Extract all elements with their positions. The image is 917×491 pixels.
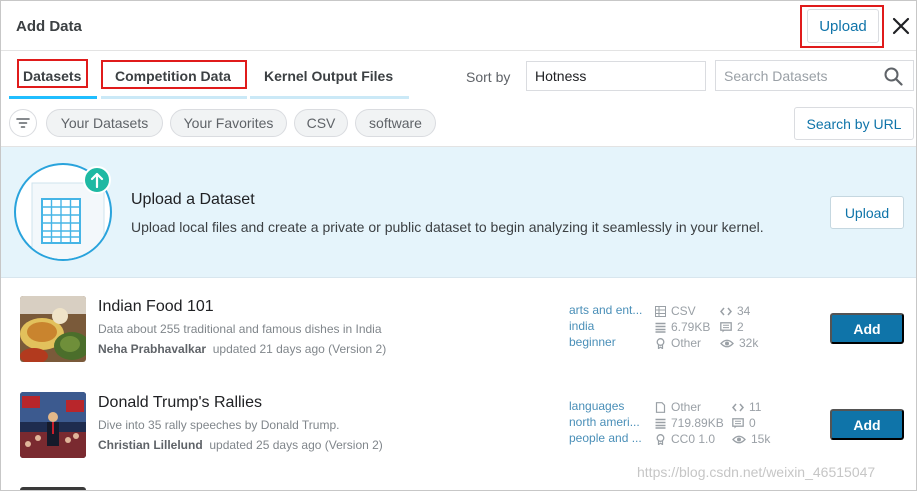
dataset-title[interactable]: Indian Food 101 [98, 298, 214, 316]
dataset-tags: arts and ent... india beginner [569, 303, 651, 351]
dialog-title: Add Data [16, 18, 82, 35]
dataset-row[interactable]: Indian Food 101 Data about 255 tradition… [1, 279, 916, 375]
chip-your-datasets[interactable]: Your Datasets [46, 109, 163, 137]
dataset-updated: updated 25 days ago (Version 2) [209, 438, 383, 452]
tab-underline-datasets [9, 96, 97, 99]
code-icon [720, 307, 732, 315]
add-data-dialog: Add Data Upload Datasets Competition Dat… [0, 0, 917, 491]
tag[interactable]: north ameri... [569, 415, 651, 431]
dataset-description: Dive into 35 rally speeches by Donald Tr… [98, 418, 340, 432]
add-button[interactable]: Add [830, 409, 904, 440]
banner-upload-button[interactable]: Upload [830, 196, 904, 229]
views-count: 15k [732, 431, 770, 447]
search-placeholder: Search Datasets [724, 67, 828, 84]
upload-banner: Upload a Dataset Upload local files and … [1, 147, 916, 278]
tag[interactable]: arts and ent... [569, 303, 651, 319]
banner-description: Upload local files and create a private … [131, 219, 764, 235]
trump-rally-thumbnail [20, 392, 86, 458]
engagement-stats: 34 2 32k [720, 303, 758, 351]
eye-icon [732, 435, 746, 443]
license-icon [656, 433, 665, 445]
dataset-meta: Christian Lillelund updated 25 days ago … [98, 438, 383, 452]
sort-by-label: Sort by [466, 69, 511, 85]
file-size: 6.79KB [655, 319, 710, 335]
discussions-count: 2 [720, 319, 758, 335]
close-icon[interactable] [888, 13, 914, 39]
dataset-tags: languages north ameri... people and ... [569, 399, 651, 447]
search-input[interactable]: Search Datasets [715, 60, 914, 91]
tag[interactable]: india [569, 319, 651, 335]
kernels-count: 34 [720, 303, 758, 319]
file-format: CSV [655, 303, 710, 319]
storage-icon [655, 418, 666, 429]
dataset-row[interactable]: Donald Trump's Rallies Dive into 35 rall… [1, 375, 916, 471]
search-by-url-button[interactable]: Search by URL [794, 107, 914, 140]
chip-software[interactable]: software [355, 109, 436, 137]
tag[interactable]: beginner [569, 335, 651, 351]
tab-datasets[interactable]: Datasets [23, 68, 81, 84]
tag[interactable]: people and ... [569, 431, 651, 447]
views-count: 32k [720, 335, 758, 351]
upload-arrow-icon [83, 166, 111, 194]
dataset-meta: Neha Prabhavalkar updated 21 days ago (V… [98, 342, 386, 356]
filter-bar: Your Datasets Your Favorites CSV softwar… [1, 100, 916, 147]
kernels-count: 11 [732, 399, 770, 415]
dataset-description: Data about 255 traditional and famous di… [98, 322, 382, 336]
chip-your-favorites[interactable]: Your Favorites [170, 109, 287, 137]
file-size: 719.89KB [655, 415, 724, 431]
dataset-updated: updated 21 days ago (Version 2) [212, 342, 387, 356]
tag[interactable]: languages [569, 399, 651, 415]
file-stats: CSV 6.79KB Other [655, 303, 710, 351]
table-icon [655, 305, 666, 317]
sort-select[interactable]: Hotness [526, 61, 706, 91]
search-icon[interactable] [884, 67, 903, 89]
file-format: Other [655, 399, 724, 415]
dataset-author[interactable]: Neha Prabhavalkar [98, 342, 206, 356]
tab-underline-competition [101, 96, 247, 99]
license: CC0 1.0 [655, 431, 724, 447]
storage-icon [655, 322, 666, 333]
upload-button[interactable]: Upload [807, 9, 879, 43]
comment-icon [720, 321, 732, 332]
dataset-title[interactable]: Donald Trump's Rallies [98, 394, 262, 412]
file-icon [655, 401, 666, 413]
dialog-header: Add Data Upload [1, 1, 916, 51]
chip-csv[interactable]: CSV [294, 109, 348, 137]
license: Other [655, 335, 710, 351]
sort-value: Hotness [535, 68, 587, 84]
add-button[interactable]: Add [830, 313, 904, 344]
watermark: https://blog.csdn.net/weixin_46515047 [637, 464, 876, 480]
filter-icon[interactable] [9, 109, 37, 137]
indian-food-thumbnail [20, 296, 86, 362]
code-icon [732, 403, 744, 411]
tab-underline-kernel [250, 96, 409, 99]
eye-icon [720, 339, 734, 347]
tab-competition-data[interactable]: Competition Data [115, 68, 231, 84]
tab-kernel-output-files[interactable]: Kernel Output Files [264, 68, 393, 84]
discussions-count: 0 [732, 415, 770, 431]
license-icon [656, 337, 665, 349]
dataset-author[interactable]: Christian Lillelund [98, 438, 203, 452]
banner-title: Upload a Dataset [131, 191, 255, 208]
engagement-stats: 11 0 15k [732, 399, 770, 447]
file-stats: Other 719.89KB CC0 1.0 [655, 399, 724, 447]
tab-bar: Datasets Competition Data Kernel Output … [1, 52, 916, 99]
next-dataset-thumbnail [20, 487, 86, 490]
comment-icon [732, 417, 744, 428]
